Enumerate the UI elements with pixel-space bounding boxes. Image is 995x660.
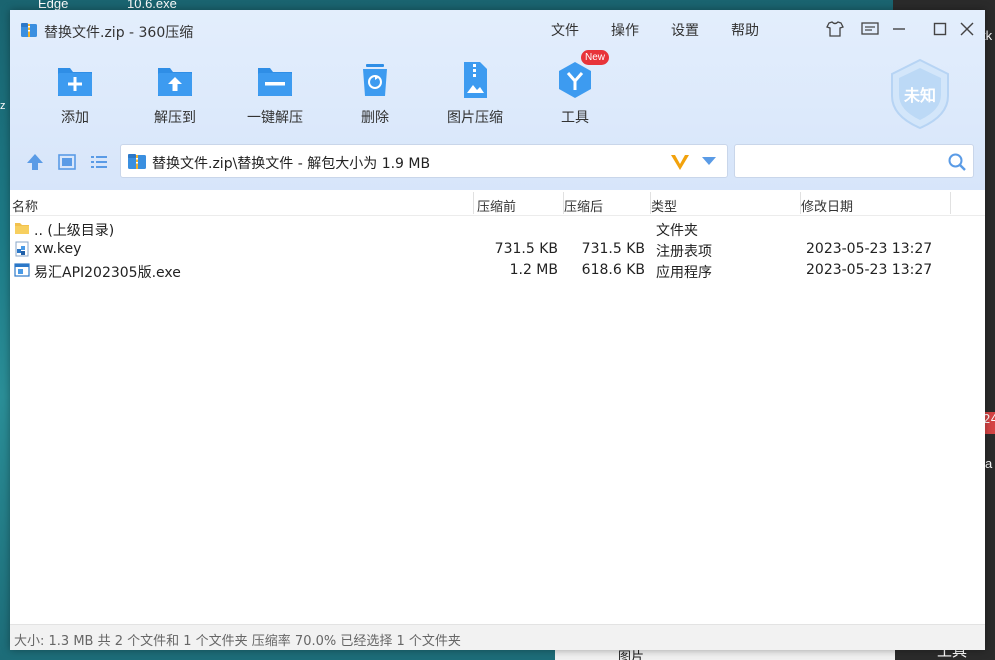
compressor-window: 替换文件.zip - 360压缩 文件 操作 设置 帮助 添加 解压到 一键解压…	[10, 10, 985, 650]
column-divider[interactable]	[950, 192, 951, 214]
list-item[interactable]: .. (上级目录) 文件夹	[10, 218, 985, 239]
path-text: 替换文件.zip\替换文件 - 解包大小为 1.9 MB	[152, 156, 431, 172]
desktop-label-z: z	[0, 100, 6, 112]
delete-label: 删除	[361, 110, 389, 126]
extract-to-label: 解压到	[154, 110, 196, 126]
row-type: 文件夹	[656, 223, 698, 239]
header-divider	[10, 215, 985, 216]
extract-to-icon	[158, 68, 192, 96]
skin-shirt-icon[interactable]	[824, 18, 846, 40]
list-item[interactable]: 易汇API202305版.exe 1.2 MB 618.6 KB 应用程序 20…	[10, 260, 985, 281]
column-divider[interactable]	[473, 192, 474, 214]
menu-file[interactable]: 文件	[551, 20, 579, 40]
column-header-after[interactable]: 压缩后	[564, 196, 603, 215]
add-button[interactable]: 添加	[30, 60, 120, 130]
window-header: 替换文件.zip - 360压缩 文件 操作 设置 帮助 添加 解压到 一键解压…	[10, 10, 985, 190]
close-icon[interactable]	[956, 18, 978, 40]
tools-icon	[559, 62, 591, 98]
list-item[interactable]: xw.key 731.5 KB 731.5 KB 注册表项 2023-05-23…	[10, 239, 985, 260]
row-size-before: 731.5 KB	[494, 241, 558, 257]
registry-file-icon	[15, 241, 29, 257]
desktop-label-a: a	[985, 456, 993, 471]
row-name: xw.key	[34, 241, 82, 257]
row-size-after: 731.5 KB	[581, 241, 645, 257]
minimize-icon[interactable]	[888, 18, 910, 40]
menu-operation[interactable]: 操作	[611, 20, 639, 40]
tools-label: 工具	[561, 110, 589, 126]
status-bar: 大小: 1.3 MB 共 2 个文件和 1 个文件夹 压缩率 70.0% 已经选…	[10, 624, 985, 650]
row-date: 2023-05-23 13:27	[806, 241, 933, 257]
row-size-before: 1.2 MB	[509, 262, 558, 278]
search-icon[interactable]	[947, 152, 967, 172]
maximize-icon[interactable]	[929, 18, 951, 40]
one-click-extract-icon	[258, 68, 292, 96]
image-compress-label: 图片压缩	[447, 110, 503, 126]
row-name: .. (上级目录)	[34, 223, 115, 239]
column-header-name[interactable]: 名称	[12, 196, 38, 215]
row-type: 应用程序	[656, 265, 712, 281]
row-name: 易汇API202305版.exe	[34, 265, 181, 281]
new-badge: New	[581, 50, 609, 65]
shield-label: 未知	[903, 86, 936, 105]
search-input[interactable]	[734, 144, 974, 178]
orange-v-icon[interactable]	[669, 152, 691, 172]
window-title: 替换文件.zip - 360压缩	[44, 25, 194, 41]
path-bar[interactable]: 替换文件.zip\替换文件 - 解包大小为 1.9 MB	[120, 144, 728, 178]
list-view-icon[interactable]	[88, 151, 110, 173]
column-header-date[interactable]: 修改日期	[801, 196, 853, 215]
up-arrow-icon[interactable]	[24, 151, 46, 173]
one-click-extract-label: 一键解压	[247, 110, 303, 126]
row-type: 注册表项	[656, 244, 712, 260]
status-text: 大小: 1.3 MB 共 2 个文件和 1 个文件夹 压缩率 70.0% 已经选…	[14, 634, 461, 649]
zip-path-icon	[128, 154, 146, 169]
thumbnail-view-icon[interactable]	[56, 151, 78, 173]
extract-to-button[interactable]: 解压到	[130, 60, 220, 130]
message-icon[interactable]	[859, 18, 881, 40]
menu-settings[interactable]: 设置	[671, 20, 699, 40]
chevron-down-icon[interactable]	[701, 156, 717, 166]
zip-app-icon	[21, 23, 37, 37]
image-compress-button[interactable]: 图片压缩	[430, 60, 520, 130]
exe-file-icon	[14, 263, 30, 277]
row-size-after: 618.6 KB	[581, 262, 645, 278]
delete-icon	[363, 64, 387, 96]
column-header-type[interactable]: 类型	[651, 196, 677, 215]
tools-button[interactable]: 工具	[530, 60, 620, 130]
delete-button[interactable]: 删除	[330, 60, 420, 130]
column-header-before[interactable]: 压缩前	[477, 196, 516, 215]
menu-help[interactable]: 帮助	[731, 20, 759, 40]
add-label: 添加	[61, 110, 89, 126]
add-icon	[58, 68, 92, 96]
row-date: 2023-05-23 13:27	[806, 262, 933, 278]
one-click-extract-button[interactable]: 一键解压	[230, 60, 320, 130]
image-compress-icon	[464, 62, 487, 98]
folder-icon	[15, 223, 29, 234]
security-shield-icon[interactable]: 未知	[888, 58, 952, 130]
